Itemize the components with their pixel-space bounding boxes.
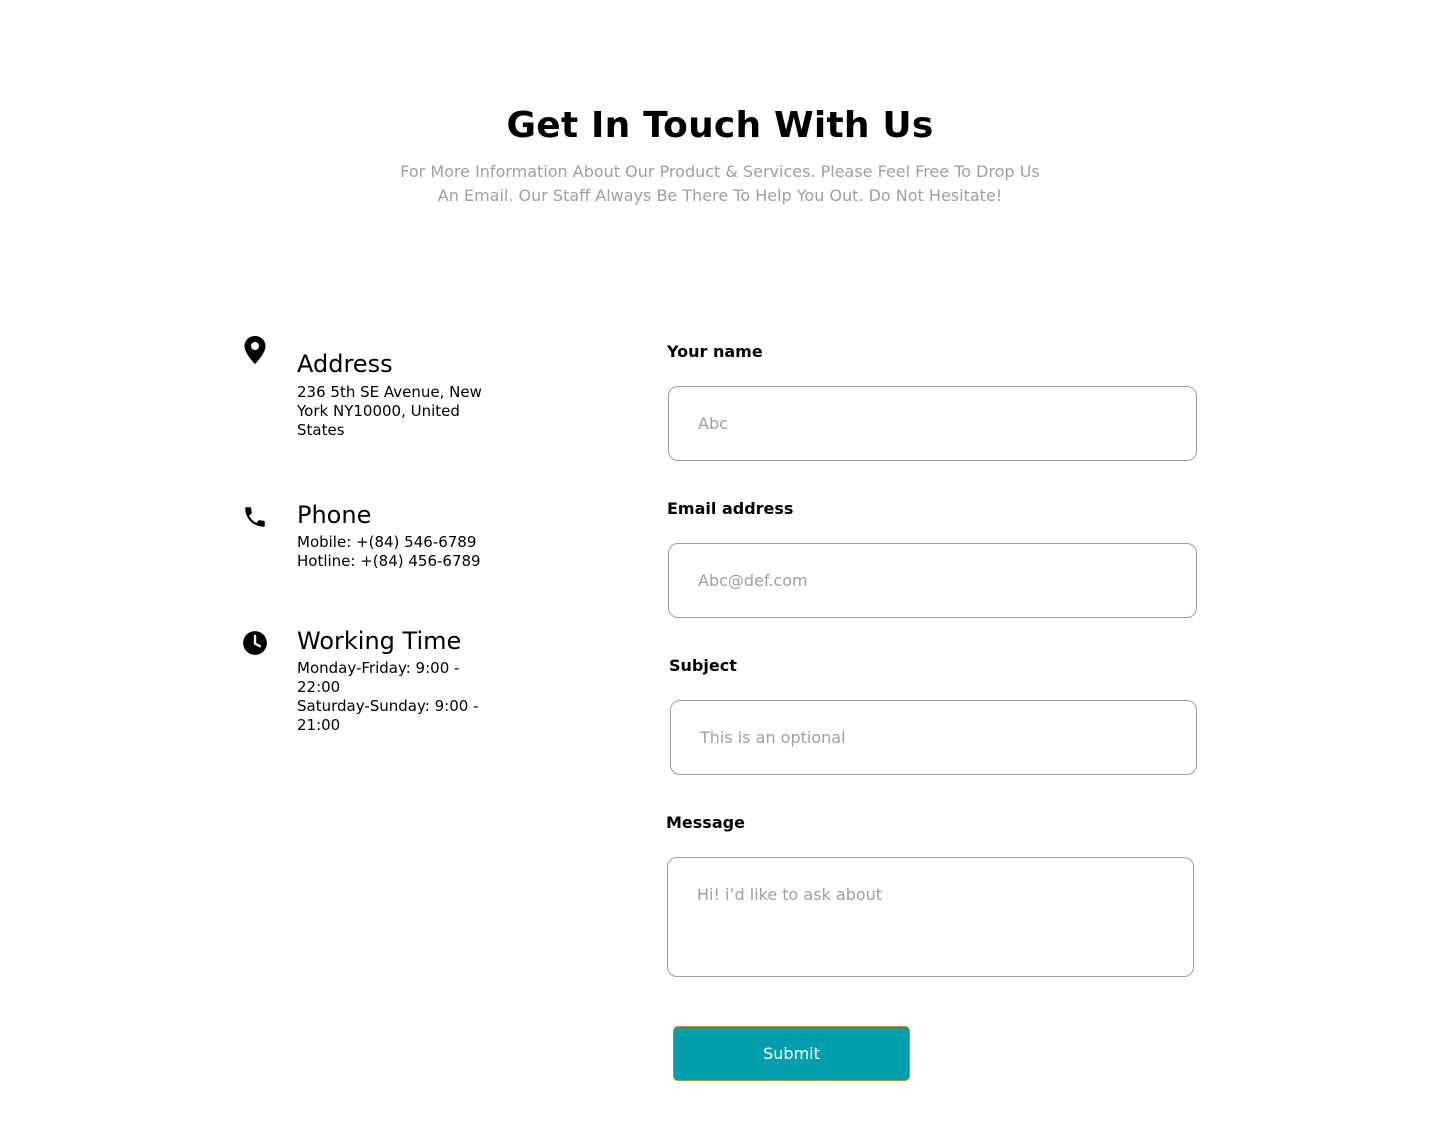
location-pin-icon [238, 333, 272, 367]
working-time-weekdays: Monday-Friday: 9:00 - 22:00 [297, 659, 460, 696]
submit-button[interactable]: Submit [673, 1026, 910, 1081]
clock-icon [238, 626, 272, 660]
address-line: 236 5th SE Avenue, New York NY10000, Uni… [297, 383, 482, 439]
phone-title: Phone [297, 501, 372, 529]
phone-hotline: Hotline: +(84) 456-6789 [297, 552, 481, 570]
working-time-text: Monday-Friday: 9:00 - 22:00 Saturday-Sun… [297, 659, 497, 735]
phone-mobile: Mobile: +(84) 546-6789 [297, 533, 477, 551]
page-subtitle: For More Information About Our Product &… [400, 162, 1040, 205]
phone-icon [238, 500, 272, 534]
address-title: Address [297, 350, 393, 378]
working-time-title: Working Time [297, 627, 462, 655]
subject-input[interactable] [670, 700, 1197, 775]
email-input[interactable] [668, 543, 1197, 618]
name-input[interactable] [668, 386, 1197, 461]
name-label: Your name [667, 342, 763, 361]
phone-text: Mobile: +(84) 546-6789 Hotline: +(84) 45… [297, 533, 497, 571]
subject-label: Subject [669, 656, 737, 675]
page-title: Get In Touch With Us [506, 105, 934, 146]
address-text: 236 5th SE Avenue, New York NY10000, Uni… [297, 383, 497, 440]
message-textarea[interactable] [667, 857, 1194, 977]
working-time-weekend: Saturday-Sunday: 9:00 - 21:00 [297, 697, 479, 734]
contact-page: Get In Touch With Us For More Informatio… [0, 0, 1440, 1144]
email-label: Email address [667, 499, 794, 518]
message-label: Message [666, 813, 745, 832]
